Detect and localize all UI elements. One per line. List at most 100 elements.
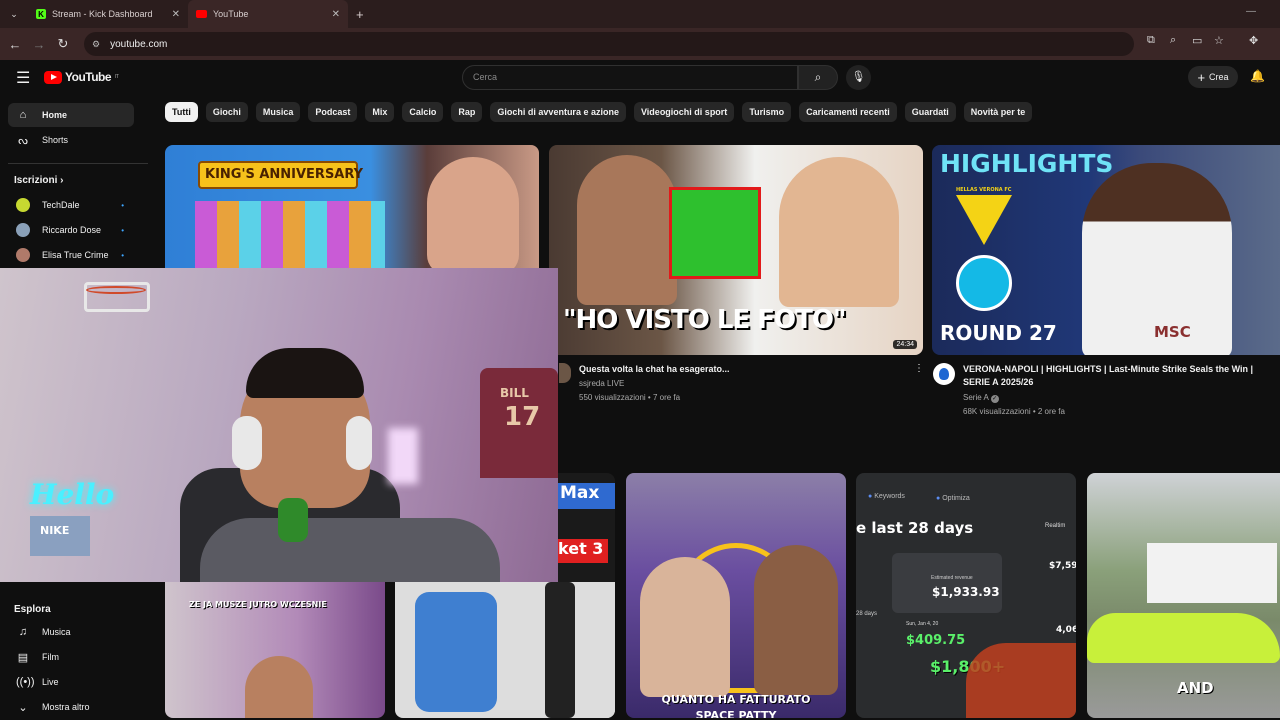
sidebar-item-label: Home [42,110,68,120]
date-label: Sun, Jan 4, 20 [906,621,939,627]
chip-rap[interactable]: Rap [451,102,483,122]
chip-podcast[interactable]: Podcast [308,102,358,122]
phone-shape [415,592,497,712]
jersey-name: BILL [500,386,529,400]
chevron-down-icon: ⌄ [18,701,28,714]
plus-icon: + [1197,69,1206,85]
channel-name[interactable]: ssjreda LIVE [579,379,624,388]
sidebar-item-shorts[interactable]: ᔓ Shorts [8,128,134,152]
chip-tutti[interactable]: Tutti [165,102,198,122]
sidebar-item-label: Riccardo Dose [42,225,102,235]
new-content-dot: • [121,250,124,260]
card-grid-graphic [195,201,385,271]
video-title[interactable]: Questa volta la chat ha esagerato... [579,363,730,376]
close-tab-icon[interactable]: ✕ [332,9,340,20]
voice-search-mic-icon[interactable]: 🎙 [846,65,871,90]
person-left [577,155,677,305]
forward-icon[interactable]: → [27,37,51,52]
zoom-icon[interactable]: ⌕ [1170,34,1176,47]
sidebar-item-label: Shorts [42,135,69,145]
divider [8,163,148,164]
create-button[interactable]: + Crea [1188,66,1238,88]
person-face [245,656,313,718]
logo-text: YouTube [65,70,112,84]
chip-giochi[interactable]: Giochi [205,102,248,122]
youtube-logo[interactable]: YouTube IT [44,70,119,84]
video-title[interactable]: VERONA-NAPOLI | HIGHLIGHTS | Last-Minute… [963,363,1253,389]
region-code: IT [115,74,119,80]
thumbnail-text: AND [1177,679,1214,697]
chip-turismo[interactable]: Turismo [742,102,792,122]
music-icon: ♫ [18,626,28,638]
hamburger-menu-icon[interactable]: ☰ [16,68,30,88]
verified-icon: ✓ [990,395,999,403]
tab-title: YouTube [213,9,249,19]
short-thumbnail[interactable]: QUANTO HA FATTURATO SPACE PATTY [626,473,846,718]
hoodie [200,518,500,582]
thumbnail-text: e last 28 days [856,519,974,537]
sidebar-sub-elisa-true-crime[interactable]: Elisa True Crime • [8,243,134,267]
bookmark-star-icon[interactable]: ☆ [1214,34,1224,47]
tab-youtube[interactable]: YouTube ✕ [188,0,348,28]
tab-icon: ● [868,493,873,500]
reload-icon[interactable]: ↻ [51,36,75,52]
chip-avventura-azione[interactable]: Giochi di avventura e azione [490,102,626,122]
sidebar-item-live[interactable]: ((•)) Live [8,670,134,694]
home-icon: ⌂ [19,109,27,121]
tab-label: Keywords [874,493,905,500]
shorts-icon: ᔓ [18,134,28,147]
back-icon[interactable]: ← [3,37,27,52]
sidebar-item-musica[interactable]: ♫ Musica [8,620,134,644]
optimize-tab: ● Optimiza [936,495,970,502]
small-value: $409.75 [906,633,966,648]
new-tab-button[interactable]: + [348,0,372,28]
search-button[interactable]: ⌕ [798,65,838,90]
video-thumbnail[interactable]: "HO VISTO LE FOTO" 24:34 [549,145,923,355]
avatar[interactable] [559,363,571,383]
chevron-right-icon: › [60,175,64,186]
notifications-bell-icon[interactable]: 🔔 [1250,69,1265,83]
more-options-icon[interactable]: ⋮ [914,363,924,374]
chip-videogiochi-sport[interactable]: Videogiochi di sport [633,102,735,122]
chip-guardati[interactable]: Guardati [904,102,956,122]
tab-label: Optimiza [942,495,970,502]
live-icon: ((•)) [16,676,35,688]
close-tab-icon[interactable]: ✕ [172,9,180,20]
person-right [754,545,838,695]
tab-search-icon[interactable]: ⌄ [0,9,28,20]
youtube-play-icon [44,70,62,84]
sidebar-item-label: TechDale [42,200,80,210]
install-icon[interactable]: ▭ [1192,34,1202,47]
sidebar-sub-riccardo-dose[interactable]: Riccardo Dose • [8,218,134,242]
short-thumbnail[interactable]: ● Keywords ● Optimiza e last 28 days Rea… [856,473,1076,718]
serie-a-logo-icon [939,368,949,380]
subscriptions-heading[interactable]: Iscrizioni › [14,175,63,186]
short-thumbnail[interactable]: ZE JA MUSZE JUTRO WCZESNIE [165,582,385,718]
channel-name[interactable]: Serie A ✓ [963,393,999,403]
thumbnail-text: "HO VISTO LE FOTO" [563,305,846,335]
streamer-hair [246,348,364,398]
sidebar-item-show-more[interactable]: ⌄ Mostra altro [8,695,134,719]
extensions-icon[interactable]: ✥ [1249,34,1258,47]
search-input[interactable]: Cerca [462,65,798,90]
site-info-icon[interactable]: ⚙ [92,39,100,50]
short-thumbnail[interactable] [395,582,615,718]
tab-icon: ● [936,495,941,502]
serie-a-avatar[interactable] [933,363,955,385]
car-shape [1087,613,1280,663]
sidebar-sub-techdale[interactable]: TechDale • [8,193,134,217]
address-bar[interactable]: ⚙ youtube.com [84,32,1134,56]
minimize-icon[interactable]: — [1246,6,1256,17]
chip-musica[interactable]: Musica [255,102,301,122]
chip-caricamenti-recenti[interactable]: Caricamenti recenti [799,102,897,122]
translate-icon[interactable]: ⧉ [1147,34,1155,47]
video-thumbnail[interactable]: HIGHLIGHTS HELLAS VERONA FC ROUND 27 MSC [932,145,1280,355]
chip-calcio[interactable]: Calcio [402,102,444,122]
sidebar-item-home[interactable]: ⌂ Home [8,103,134,127]
chip-novita[interactable]: Novità per te [963,102,1033,122]
chip-mix[interactable]: Mix [365,102,395,122]
tab-kick-dashboard[interactable]: K Stream - Kick Dashboard ✕ [28,0,188,28]
person-face [427,157,519,275]
sidebar-item-film[interactable]: ▤ Film [8,645,134,669]
short-thumbnail[interactable]: AND [1087,473,1280,718]
